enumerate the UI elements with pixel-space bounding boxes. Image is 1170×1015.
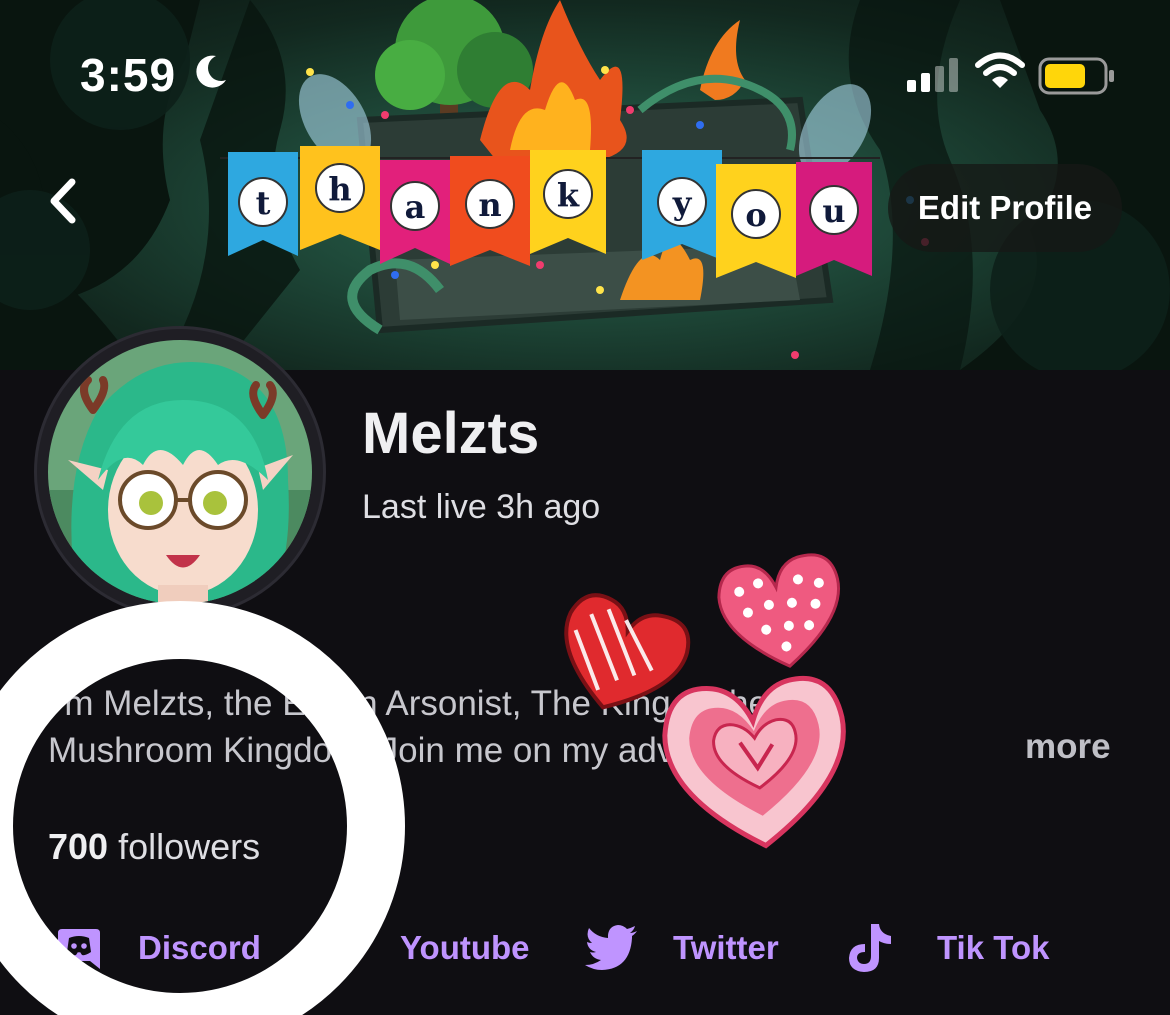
avatar[interactable] xyxy=(48,340,312,604)
social-link-label: Twitter xyxy=(673,929,779,966)
battery-icon xyxy=(1038,57,1114,95)
status-bar-time: 3:59 xyxy=(80,49,177,101)
followers-label: followers xyxy=(118,826,261,867)
channel-bio: I'm Melzts, the Elvian Arsonist, The Kin… xyxy=(48,680,1138,774)
social-link-label: Tik Tok xyxy=(937,929,1050,966)
tiktok-icon xyxy=(849,924,891,972)
svg-text:h: h xyxy=(328,170,351,208)
social-link-discord[interactable]: Discord xyxy=(56,912,261,984)
svg-text:n: n xyxy=(478,186,501,224)
social-link-label: Youtube xyxy=(400,929,530,966)
cellular-signal-icon xyxy=(907,58,958,92)
moon-icon xyxy=(196,55,226,88)
followers-number: 700 xyxy=(48,826,109,867)
last-live-status: Last live 3h ago xyxy=(362,488,601,526)
svg-text:t: t xyxy=(256,184,271,222)
bio-line: Mushroom Kingdom. Join me on my adventur… xyxy=(48,731,774,770)
youtube-icon xyxy=(314,931,356,965)
svg-text:u: u xyxy=(822,192,845,230)
svg-text:a: a xyxy=(405,188,426,226)
social-link-youtube[interactable]: Youtube xyxy=(312,912,530,984)
social-link-twitter[interactable]: Twitter xyxy=(585,912,779,984)
chevron-left-icon xyxy=(50,178,76,224)
edit-profile-button[interactable]: Edit Profile xyxy=(888,164,1122,252)
bio-more-link[interactable]: more xyxy=(1025,727,1111,767)
svg-text:k: k xyxy=(557,176,580,214)
discord-icon xyxy=(58,929,100,969)
profile-banner: t h a n k y o u 3:59 Edit Profile xyxy=(0,0,1170,370)
back-button[interactable] xyxy=(40,176,90,226)
heart-sticker-polka xyxy=(717,553,840,668)
bio-line: I'm Melzts, the Elvian Arsonist, The Kin… xyxy=(48,684,768,723)
wifi-icon xyxy=(975,52,1025,88)
social-link-tiktok[interactable]: Tik Tok xyxy=(845,912,1049,984)
social-links: Discord Youtube Twitter Tik Tok xyxy=(0,912,1170,984)
svg-text:y: y xyxy=(672,184,693,222)
social-link-label: Discord xyxy=(138,929,261,966)
followers-count[interactable]: 700 followers xyxy=(48,826,260,868)
channel-name: Melzts xyxy=(362,401,540,466)
twitter-icon xyxy=(585,925,637,970)
svg-text:o: o xyxy=(745,196,766,234)
